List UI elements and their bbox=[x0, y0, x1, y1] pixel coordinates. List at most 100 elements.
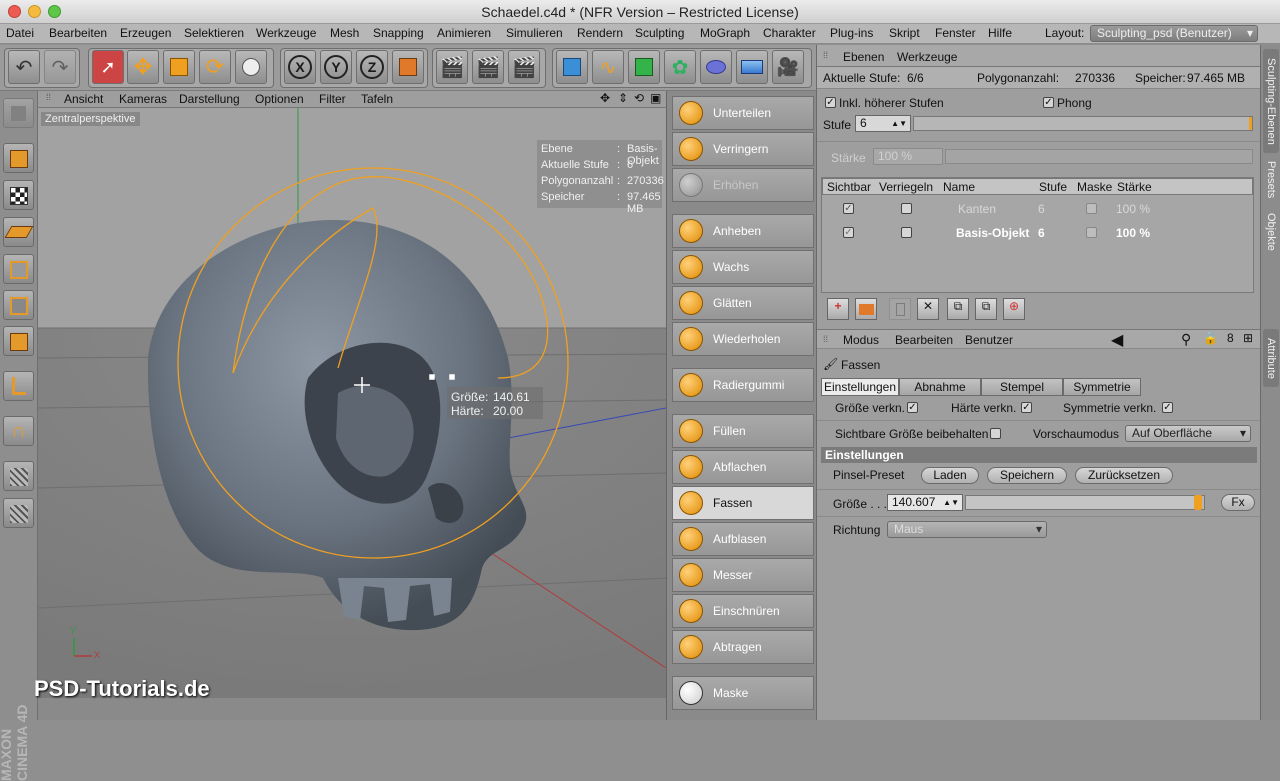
edges-mode-button[interactable] bbox=[3, 290, 34, 320]
level-slider-handle[interactable] bbox=[1249, 117, 1252, 130]
attr-menu-modus[interactable]: Modus bbox=[843, 333, 879, 347]
menu-datei[interactable]: Datei bbox=[6, 26, 34, 40]
brush-fassen-button[interactable]: Fassen bbox=[672, 486, 814, 520]
keep-visible-size-checkbox[interactable] bbox=[990, 428, 1001, 439]
side-tab-attributes[interactable]: Attribute bbox=[1263, 329, 1279, 387]
camera-button[interactable]: 🎥 bbox=[772, 50, 804, 84]
workplane-mode-button[interactable] bbox=[3, 217, 34, 247]
menu-charakter[interactable]: Charakter bbox=[763, 26, 816, 40]
table-row[interactable]: ✓ Basis-Objekt 6 100 % bbox=[822, 221, 1253, 244]
tab-werkzeuge[interactable]: Werkzeuge bbox=[897, 50, 957, 64]
strength-field[interactable]: 100 % bbox=[873, 148, 943, 165]
preset-save-button[interactable]: Speichern bbox=[987, 467, 1067, 484]
menu-mesh[interactable]: Mesh bbox=[330, 26, 359, 40]
render-view-button[interactable]: 🎬 bbox=[436, 50, 468, 84]
clear-layer-button[interactable]: ✕ bbox=[917, 298, 939, 320]
add-layer-button[interactable]: + bbox=[827, 298, 849, 320]
copy-layer-button[interactable]: ⧉ bbox=[947, 298, 969, 320]
direction-select[interactable]: Maus▾ bbox=[887, 521, 1047, 538]
mask-checkbox[interactable] bbox=[1086, 227, 1097, 238]
brush-wachs-button[interactable]: Wachs bbox=[672, 250, 814, 284]
generator-button[interactable] bbox=[628, 50, 660, 84]
menu-rendern[interactable]: Rendern bbox=[577, 26, 623, 40]
include-higher-checkbox[interactable]: ✓ bbox=[825, 97, 836, 108]
brush-anheben-button[interactable]: Anheben bbox=[672, 214, 814, 248]
axis-y-button[interactable]: Y bbox=[320, 50, 352, 84]
brush-aufblasen-button[interactable]: Aufblasen bbox=[672, 522, 814, 556]
merge-layer-button[interactable]: ⊕ bbox=[1003, 298, 1025, 320]
axis-mode-button[interactable] bbox=[3, 371, 34, 401]
render-settings-button[interactable]: 🎬 bbox=[508, 50, 540, 84]
polygons-mode-button[interactable] bbox=[3, 326, 34, 356]
table-row[interactable]: ✓ Kanten 6 100 % bbox=[822, 197, 1253, 220]
preset-load-button[interactable]: Laden bbox=[921, 467, 979, 484]
size-slider-handle[interactable] bbox=[1194, 495, 1202, 510]
pan-view-icon[interactable]: ✥ bbox=[600, 91, 610, 105]
side-tab-sculpting-layers[interactable]: Sculpting-Ebenen bbox=[1263, 49, 1279, 153]
strength-slider[interactable] bbox=[945, 149, 1253, 164]
axis-x-button[interactable]: X bbox=[284, 50, 316, 84]
col-lock[interactable]: Verriegeln bbox=[879, 180, 933, 194]
make-editable-button[interactable] bbox=[3, 98, 34, 128]
maximize-view-icon[interactable]: ▣ bbox=[650, 91, 661, 105]
viewport-menu-optionen[interactable]: Optionen bbox=[255, 92, 304, 106]
spline-button[interactable]: ∿ bbox=[592, 50, 624, 84]
brush-glaetten-button[interactable]: Glätten bbox=[672, 286, 814, 320]
menu-plugins[interactable]: Plug-ins bbox=[830, 26, 873, 40]
col-name[interactable]: Name bbox=[943, 180, 975, 194]
planar-workplane-button[interactable] bbox=[3, 498, 34, 528]
tab-einstellungen[interactable]: Einstellungen bbox=[821, 378, 899, 396]
brush-verringern-button[interactable]: Verringern bbox=[672, 132, 814, 166]
magnet-snap-button[interactable]: ∩ bbox=[3, 416, 34, 446]
add-folder-button[interactable] bbox=[855, 298, 877, 320]
viewport-menu-ansicht[interactable]: Ansicht bbox=[64, 92, 103, 106]
zoom-window-button[interactable] bbox=[48, 5, 61, 18]
col-mask[interactable]: Maske bbox=[1077, 180, 1112, 194]
col-visible[interactable]: Sichtbar bbox=[827, 180, 871, 194]
phong-checkbox[interactable]: ✓ bbox=[1043, 97, 1054, 108]
level-slider[interactable] bbox=[913, 116, 1253, 131]
search-icon[interactable]: ⚲ bbox=[1181, 331, 1191, 348]
axis-z-button[interactable]: Z bbox=[356, 50, 388, 84]
tab-stempel[interactable]: Stempel bbox=[981, 378, 1063, 396]
brush-einschnueren-button[interactable]: Einschnüren bbox=[672, 594, 814, 628]
link-hardness-checkbox[interactable]: ✓ bbox=[1021, 402, 1032, 413]
viewport-menu-darstellung[interactable]: Darstellung bbox=[179, 92, 240, 106]
attr-menu-bearbeiten[interactable]: Bearbeiten bbox=[895, 333, 953, 347]
link-icon[interactable]: 8 bbox=[1227, 331, 1234, 345]
sculpt-tool-button[interactable] bbox=[235, 50, 267, 84]
close-window-button[interactable] bbox=[8, 5, 21, 18]
locked-workplane-button[interactable] bbox=[3, 461, 34, 491]
model-mode-button[interactable] bbox=[3, 143, 34, 173]
menu-fenster[interactable]: Fenster bbox=[935, 26, 976, 40]
cube-object-button[interactable] bbox=[556, 50, 588, 84]
brush-abtragen-button[interactable]: Abtragen bbox=[672, 630, 814, 664]
rotate-tool-button[interactable]: ⟳ bbox=[199, 50, 231, 84]
side-tab-presets[interactable]: Presets bbox=[1263, 157, 1279, 203]
lock-checkbox[interactable] bbox=[901, 203, 912, 214]
side-tab-objects[interactable]: Objekte bbox=[1263, 207, 1279, 257]
attr-menu-benutzer[interactable]: Benutzer bbox=[965, 333, 1013, 347]
tab-ebenen[interactable]: Ebenen bbox=[843, 50, 884, 64]
brush-messer-button[interactable]: Messer bbox=[672, 558, 814, 592]
rotate-view-icon[interactable]: ⟲ bbox=[634, 91, 644, 105]
menu-mograph[interactable]: MoGraph bbox=[700, 26, 750, 40]
brush-maske-button[interactable]: Maske bbox=[672, 676, 814, 710]
menu-snapping[interactable]: Snapping bbox=[373, 26, 424, 40]
paste-layer-button[interactable]: ⧉ bbox=[975, 298, 997, 320]
deformer-button[interactable] bbox=[700, 50, 732, 84]
brush-erhoehen-button[interactable]: Erhöhen bbox=[672, 168, 814, 202]
floor-scene-button[interactable] bbox=[736, 50, 768, 84]
texture-mode-button[interactable] bbox=[3, 180, 34, 210]
visible-checkbox[interactable]: ✓ bbox=[843, 227, 854, 238]
size-field[interactable]: 140.607▲▼ bbox=[887, 494, 963, 511]
menu-animieren[interactable]: Animieren bbox=[437, 26, 491, 40]
tab-symmetrie[interactable]: Symmetrie bbox=[1063, 378, 1141, 396]
lock-icon[interactable]: 🔒 bbox=[1203, 331, 1218, 345]
level-field[interactable]: 6▲▼ bbox=[855, 115, 911, 132]
mask-checkbox[interactable] bbox=[1086, 203, 1097, 214]
tab-abnahme[interactable]: Abnahme bbox=[899, 378, 981, 396]
menu-skript[interactable]: Skript bbox=[889, 26, 920, 40]
scale-tool-button[interactable] bbox=[163, 50, 195, 84]
3d-viewport[interactable]: Zentralperspektive Ebene Basis-Objekt Ak… bbox=[38, 108, 666, 698]
